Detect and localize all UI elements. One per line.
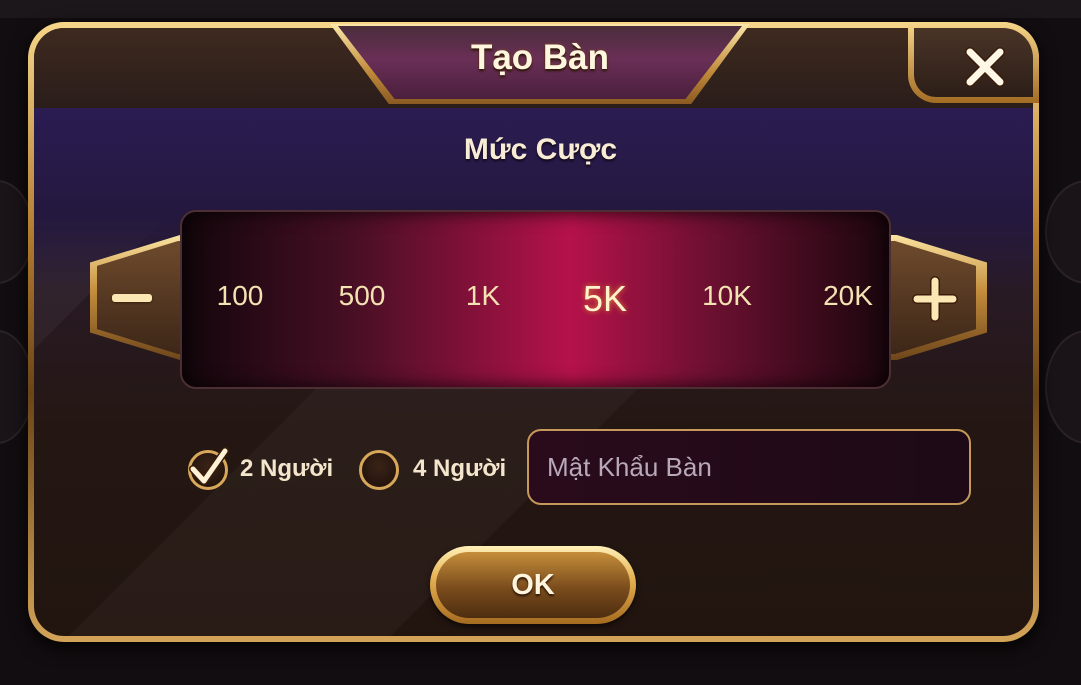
bet-option-5k-selected[interactable]: 5K <box>555 278 655 320</box>
background-table-right-2 <box>1045 330 1081 444</box>
bet-level-label: Mức Cược <box>463 133 618 166</box>
background-panel <box>0 0 1081 18</box>
close-icon[interactable] <box>964 46 1006 88</box>
table-password-input[interactable] <box>527 429 971 505</box>
bet-option-20k[interactable]: 20K <box>798 280 898 312</box>
minus-icon[interactable] <box>112 294 152 302</box>
background-table-right <box>1045 180 1081 284</box>
bet-option-500[interactable]: 500 <box>312 280 412 312</box>
four-players-radio[interactable] <box>359 450 399 490</box>
four-players-label[interactable]: 4 Người <box>413 455 506 483</box>
bet-option-1k[interactable]: 1K <box>433 280 533 312</box>
check-icon[interactable] <box>185 445 231 491</box>
plus-icon[interactable] <box>911 275 959 323</box>
ok-button[interactable]: OK <box>430 546 636 624</box>
close-button[interactable] <box>908 22 1039 103</box>
ok-button-label[interactable]: OK <box>430 569 636 602</box>
dialog-title: Tạo Bàn <box>470 38 610 77</box>
bet-option-10k[interactable]: 10K <box>677 280 777 312</box>
close-button-face[interactable] <box>914 28 1033 97</box>
bet-option-100[interactable]: 100 <box>190 280 290 312</box>
two-players-label[interactable]: 2 Người <box>240 455 333 483</box>
